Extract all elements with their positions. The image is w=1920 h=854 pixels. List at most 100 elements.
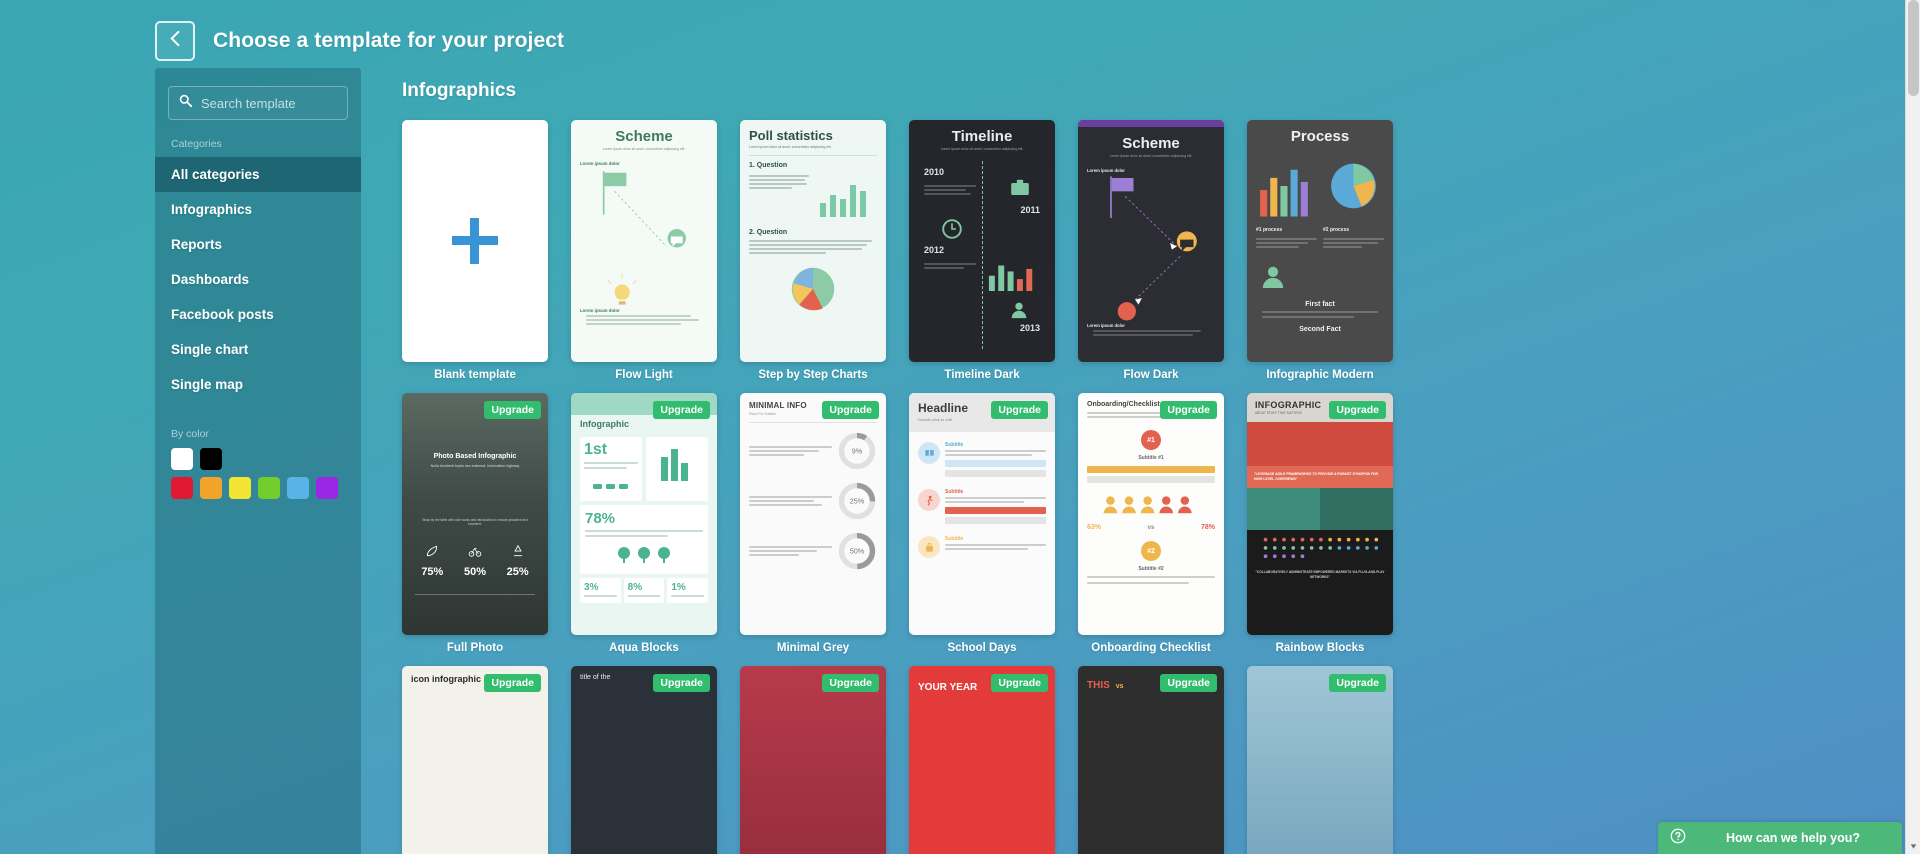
search-input[interactable] bbox=[201, 95, 337, 111]
person-icon bbox=[1011, 302, 1027, 319]
tree-icon bbox=[618, 547, 670, 563]
upgrade-badge[interactable]: Upgrade bbox=[1329, 401, 1386, 419]
stat-value: 75% bbox=[421, 566, 444, 578]
car-icon bbox=[593, 484, 628, 489]
sidebar-item-label: Reports bbox=[171, 237, 223, 252]
template-thumbnail-infographic-modern[interactable]: Process #1 process #2 process First fact… bbox=[1247, 120, 1393, 362]
thumb-subtitle: Lorem ipsum dolor sit amet, consectetur … bbox=[602, 147, 686, 151]
template-card: Blank template bbox=[402, 120, 548, 381]
sidebar-item-infographics[interactable]: Infographics bbox=[155, 192, 361, 227]
color-swatch-green[interactable] bbox=[258, 477, 280, 499]
template-thumbnail-title-of-the[interactable]: Upgrade title of the bbox=[571, 666, 717, 854]
template-card: Upgrade THIS vs bbox=[1078, 666, 1224, 854]
template-thumbnail-timeline-dark[interactable]: Timeline Lorem ipsum dolor sit amet, con… bbox=[909, 120, 1055, 362]
thumb-title: THIS bbox=[1087, 680, 1110, 691]
template-label: Onboarding Checklist bbox=[1091, 642, 1211, 654]
upgrade-badge[interactable]: Upgrade bbox=[484, 401, 541, 419]
book-icon bbox=[918, 442, 940, 464]
thumb-pie-chart bbox=[791, 267, 835, 311]
template-thumbnail-red-photo[interactable]: Upgrade bbox=[740, 666, 886, 854]
upgrade-badge[interactable]: Upgrade bbox=[653, 401, 710, 419]
sidebar-item-label: Single chart bbox=[171, 342, 249, 357]
upgrade-badge[interactable]: Upgrade bbox=[1329, 674, 1386, 692]
template-card: Scheme Lorem ipsum dolor sit amet, conse… bbox=[571, 120, 717, 381]
template-card: Upgrade bbox=[740, 666, 886, 854]
process-fact: Second Fact bbox=[1299, 326, 1341, 333]
upgrade-badge[interactable]: Upgrade bbox=[991, 401, 1048, 419]
upgrade-badge[interactable]: Upgrade bbox=[484, 674, 541, 692]
sidebar-item-reports[interactable]: Reports bbox=[155, 227, 361, 262]
template-card: Process #1 process #2 process First fact… bbox=[1247, 120, 1393, 381]
thumb-title: Process bbox=[1290, 128, 1350, 145]
stat-value: 1st bbox=[584, 441, 608, 458]
template-card: Poll statistics Lorem ipsum dolor sit am… bbox=[740, 120, 886, 381]
template-thumbnail-blue-photo[interactable]: Upgrade bbox=[1247, 666, 1393, 854]
thumb-bar-chart bbox=[1260, 169, 1308, 217]
upgrade-badge[interactable]: Upgrade bbox=[991, 674, 1048, 692]
template-thumbnail-flow-dark[interactable]: Scheme Lorem ipsum dolor sit amet, conse… bbox=[1078, 120, 1224, 362]
color-swatch-orange[interactable] bbox=[200, 477, 222, 499]
color-swatch-blue[interactable] bbox=[287, 477, 309, 499]
section-title: Infographics bbox=[402, 80, 517, 101]
plus-icon bbox=[452, 218, 498, 264]
color-swatch-black[interactable] bbox=[200, 448, 222, 470]
sidebar-item-facebook-posts[interactable]: Facebook posts bbox=[155, 297, 361, 332]
sidebar-item-single-map[interactable]: Single map bbox=[155, 367, 361, 402]
template-grid: Blank template Scheme Lorem ipsum dolor … bbox=[402, 120, 1920, 854]
template-thumbnail-aqua-blocks[interactable]: Upgrade Infographic 1st 78% 3% 8% 1% bbox=[571, 393, 717, 635]
help-widget[interactable]: How can we help you? bbox=[1658, 822, 1902, 854]
thumb-title: Scheme bbox=[1122, 135, 1180, 152]
template-thumbnail-your-year[interactable]: Upgrade YOUR YEAR bbox=[909, 666, 1055, 854]
thumb-question-2: 2. Question bbox=[749, 229, 788, 236]
template-thumbnail-this-vs[interactable]: Upgrade THIS vs bbox=[1078, 666, 1224, 854]
stat-value: 50% bbox=[463, 566, 486, 578]
upgrade-badge[interactable]: Upgrade bbox=[1160, 674, 1217, 692]
color-swatch-white[interactable] bbox=[171, 448, 193, 470]
run-icon bbox=[918, 489, 940, 511]
page-title: Choose a template for your project bbox=[213, 29, 565, 52]
page-header: Choose a template for your project bbox=[0, 0, 1920, 68]
svg-text:50%: 50% bbox=[850, 547, 865, 556]
upgrade-badge[interactable]: Upgrade bbox=[1160, 401, 1217, 419]
template-thumbnail-blank-template[interactable] bbox=[402, 120, 548, 362]
template-thumbnail-full-photo[interactable]: Upgrade Photo Based Infographic Nulla he… bbox=[402, 393, 548, 635]
color-swatch-yellow[interactable] bbox=[229, 477, 251, 499]
process-item: #2 process bbox=[1323, 227, 1350, 233]
color-swatch-purple[interactable] bbox=[316, 477, 338, 499]
search-template-box[interactable] bbox=[168, 86, 348, 120]
template-card: Upgrade icon infographic bbox=[402, 666, 548, 854]
template-thumbnail-rainbow-blocks[interactable]: Upgrade INFOGRAPHIC ABOUT STUFF THAT MAT… bbox=[1247, 393, 1393, 635]
template-thumbnail-onboarding-checklist[interactable]: Upgrade Onboarding/Checklist #1 Subtitle… bbox=[1078, 393, 1224, 635]
template-thumbnail-icon-infographic[interactable]: Upgrade icon infographic bbox=[402, 666, 548, 854]
upgrade-badge[interactable]: Upgrade bbox=[822, 401, 879, 419]
categories-label: Categories bbox=[171, 138, 222, 150]
template-thumbnail-step-by-step-charts[interactable]: Poll statistics Lorem ipsum dolor sit am… bbox=[740, 120, 886, 362]
upgrade-badge[interactable]: Upgrade bbox=[653, 674, 710, 692]
template-thumbnail-minimal-grey[interactable]: Upgrade MINIMAL INFO Place For Subtitle … bbox=[740, 393, 886, 635]
caret-down-icon[interactable] bbox=[1906, 839, 1920, 854]
template-thumbnail-flow-light[interactable]: Scheme Lorem ipsum dolor sit amet, conse… bbox=[571, 120, 717, 362]
sidebar-item-all-categories[interactable]: All categories bbox=[155, 157, 361, 192]
thumb-subtitle: Lorem ipsum dolor sit amet, consectetur … bbox=[1109, 154, 1193, 158]
template-card: Upgrade Photo Based Infographic Nulla he… bbox=[402, 393, 548, 654]
leaf-icon bbox=[427, 545, 438, 557]
upgrade-badge[interactable]: Upgrade bbox=[822, 674, 879, 692]
color-swatch-red[interactable] bbox=[171, 477, 193, 499]
sidebar-item-label: Facebook posts bbox=[171, 307, 274, 322]
template-thumbnail-school-days[interactable]: Upgrade Headline Double-click to edit Su… bbox=[909, 393, 1055, 635]
sidebar-item-single-chart[interactable]: Single chart bbox=[155, 332, 361, 367]
thumb-title: Timeline bbox=[951, 128, 1013, 145]
bag-icon bbox=[918, 536, 940, 558]
process-item: #1 process bbox=[1256, 227, 1283, 233]
back-button[interactable] bbox=[155, 21, 195, 61]
sidebar: Categories All categories Infographics R… bbox=[155, 68, 361, 854]
stat-value: 63% bbox=[1087, 524, 1102, 531]
scrollbar-thumb[interactable] bbox=[1908, 0, 1919, 96]
template-card: Upgrade bbox=[1247, 666, 1393, 854]
page-content: Categories All categories Infographics R… bbox=[0, 68, 1920, 854]
page-scrollbar[interactable] bbox=[1905, 0, 1920, 854]
thumb-subtitle: Nulla hendrerit turpis nec euismod. Info… bbox=[430, 464, 520, 468]
stat-value: 78% bbox=[1200, 524, 1215, 531]
sidebar-item-dashboards[interactable]: Dashboards bbox=[155, 262, 361, 297]
svg-text:25%: 25% bbox=[850, 497, 865, 506]
